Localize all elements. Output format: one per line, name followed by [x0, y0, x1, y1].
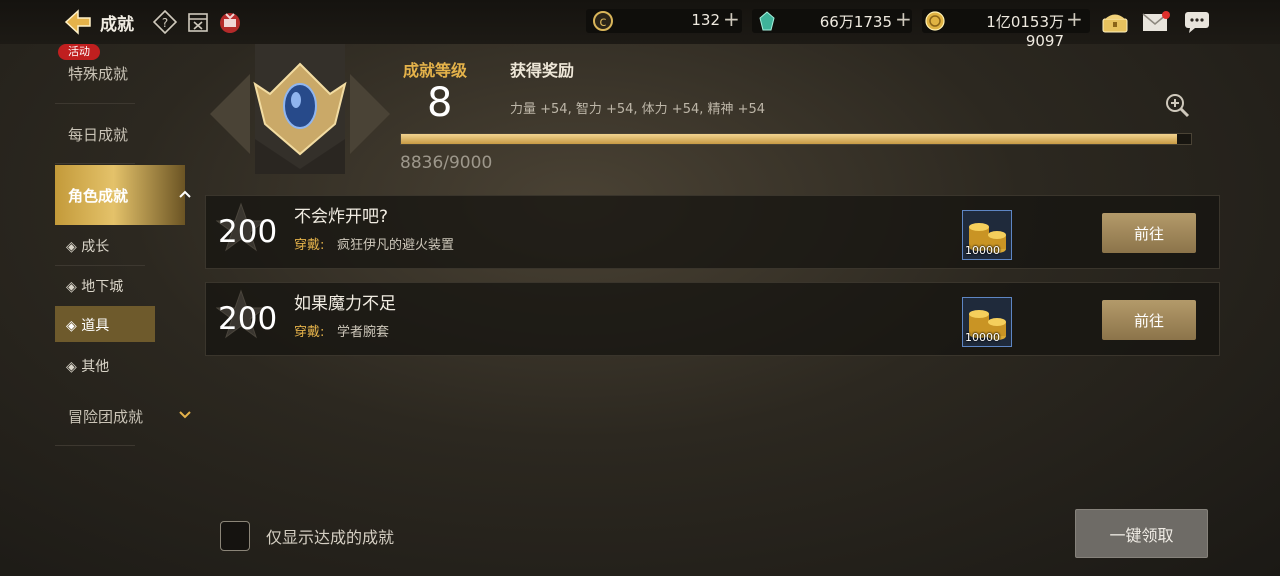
add-resource-2-button[interactable]: +: [895, 7, 912, 31]
goto-button[interactable]: 前往: [1102, 300, 1196, 340]
rank-medal-icon: [210, 44, 390, 174]
resource-value-1: 132: [691, 11, 720, 29]
sub-item-items[interactable]: ◈ 道具: [55, 306, 155, 342]
sidebar-item-daily[interactable]: 每日成就: [55, 113, 185, 153]
divider: [55, 445, 135, 446]
wear-item: 学者腕套: [337, 325, 390, 340]
divider: [55, 265, 145, 266]
sub-item-dungeon[interactable]: ◈ 地下城: [55, 267, 155, 303]
back-arrow-icon[interactable]: [60, 8, 92, 36]
sub-item-label: ◈ 成长: [66, 239, 110, 255]
achievement-name: 不会炸开吧?: [294, 207, 389, 227]
achievement-points: 200: [218, 214, 278, 250]
page-title: 成就: [100, 15, 134, 35]
chat-icon[interactable]: [1183, 10, 1211, 34]
sub-item-growth[interactable]: ◈ 成长: [55, 227, 155, 263]
reward-quantity: 10000: [965, 244, 1000, 257]
sidebar-item-label: 特殊成就: [68, 65, 129, 83]
chevron-up-icon[interactable]: [178, 189, 192, 199]
sub-item-label: ◈ 道具: [66, 318, 110, 334]
calendar-icon[interactable]: [186, 10, 210, 34]
achievement-row: 200 不会炸开吧? 穿戴: 疯狂伊凡的避火装置 10000 前往: [205, 195, 1220, 269]
sidebar-item-label: 每日成就: [68, 126, 129, 144]
svg-text:?: ?: [162, 16, 168, 30]
claim-all-button[interactable]: 一键领取: [1075, 509, 1208, 558]
reward-quantity: 10000: [965, 331, 1000, 344]
sidebar-item-label: 角色成就: [68, 187, 129, 205]
divider: [55, 103, 135, 104]
svg-text:c: c: [599, 15, 606, 30]
chevron-down-icon[interactable]: [178, 410, 192, 420]
goto-button[interactable]: 前往: [1102, 213, 1196, 253]
wear-label: 穿戴:: [294, 238, 325, 253]
level-progress-bar: [400, 133, 1192, 145]
green-gem-icon: [759, 11, 775, 31]
add-resource-1-button[interactable]: +: [723, 7, 740, 31]
event-red-icon[interactable]: [218, 10, 242, 34]
wear-item: 疯狂伊凡的避火装置: [337, 238, 455, 253]
sidebar-item-special[interactable]: 特殊成就: [55, 52, 185, 92]
resource-value-3: 1亿0153万9097: [986, 13, 1064, 50]
resource-value-2: 66万1735: [819, 13, 892, 31]
level-label: 成就等级: [403, 61, 468, 80]
gold-coin-icon: [925, 11, 945, 31]
mail-icon[interactable]: [1142, 10, 1170, 34]
sub-item-label: ◈ 其他: [66, 359, 110, 375]
sub-item-other[interactable]: ◈ 其他: [55, 347, 155, 383]
achievement-name: 如果魔力不足: [294, 294, 396, 314]
add-resource-3-button[interactable]: +: [1066, 7, 1083, 31]
achievement-points: 200: [218, 301, 278, 337]
zoom-in-icon[interactable]: [1164, 92, 1190, 118]
divider: [55, 163, 135, 164]
chest-icon[interactable]: [1101, 10, 1129, 34]
wear-label: 穿戴:: [294, 325, 325, 340]
sidebar-item-adventure[interactable]: 冒险团成就: [55, 395, 185, 435]
sidebar-item-character[interactable]: 角色成就: [55, 165, 185, 225]
level-progress-text: 8836/9000: [400, 153, 493, 173]
sidebar-item-label: 冒险团成就: [68, 408, 144, 426]
reward-item-slot[interactable]: 10000: [962, 210, 1012, 260]
reward-item-slot[interactable]: 10000: [962, 297, 1012, 347]
show-completed-label: 仅显示达成的成就: [266, 528, 395, 547]
show-completed-checkbox[interactable]: [220, 521, 250, 551]
level-progress-fill: [401, 134, 1177, 144]
help-icon[interactable]: ?: [153, 10, 177, 34]
reward-stats: 力量 +54, 智力 +54, 体力 +54, 精神 +54: [510, 102, 766, 117]
achievement-row: 200 如果魔力不足 穿戴: 学者腕套 10000 前往: [205, 282, 1220, 356]
reward-label: 获得奖励: [510, 61, 575, 80]
gold-c-coin-icon: c: [593, 11, 613, 31]
sub-item-label: ◈ 地下城: [66, 279, 124, 295]
level-value: 8: [427, 80, 453, 126]
